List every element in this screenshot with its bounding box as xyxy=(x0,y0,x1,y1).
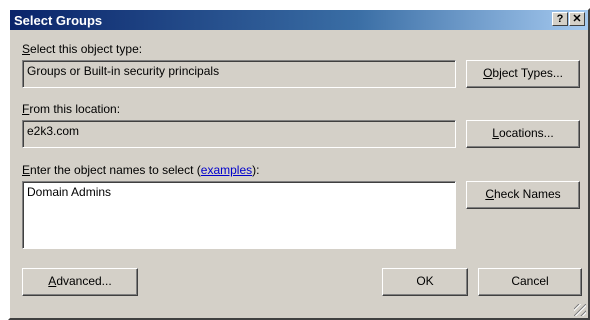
window-title: Select Groups xyxy=(14,13,103,28)
cancel-button[interactable]: Cancel xyxy=(478,268,582,296)
location-label: From this location: xyxy=(22,102,121,116)
advanced-button[interactable]: Advanced... xyxy=(22,268,138,296)
object-types-button[interactable]: Object Types... xyxy=(466,60,580,88)
select-groups-dialog: Select Groups ? ✕ Select this object typ… xyxy=(8,8,590,320)
object-names-value: Domain Admins xyxy=(27,185,112,199)
object-names-label: Enter the object names to select (exampl… xyxy=(22,163,260,177)
location-value: e2k3.com xyxy=(27,124,80,138)
title-bar[interactable]: Select Groups ? ✕ xyxy=(10,10,588,30)
close-icon: ✕ xyxy=(572,13,582,25)
object-type-value: Groups or Built-in security principals xyxy=(27,64,220,78)
check-names-button[interactable]: Check Names xyxy=(466,181,580,209)
help-button[interactable]: ? xyxy=(552,12,568,26)
resize-grip-icon[interactable] xyxy=(574,304,586,316)
object-type-field: Groups or Built-in security principals xyxy=(22,60,456,88)
locations-button[interactable]: Locations... xyxy=(466,120,580,148)
object-type-label: Select this object type: xyxy=(22,42,143,56)
object-names-input[interactable]: Domain Admins xyxy=(22,181,456,249)
close-button[interactable]: ✕ xyxy=(569,12,585,26)
ok-button[interactable]: OK xyxy=(382,268,468,296)
help-icon: ? xyxy=(556,13,564,25)
location-field: e2k3.com xyxy=(22,120,456,148)
examples-link[interactable]: examples xyxy=(201,163,252,177)
